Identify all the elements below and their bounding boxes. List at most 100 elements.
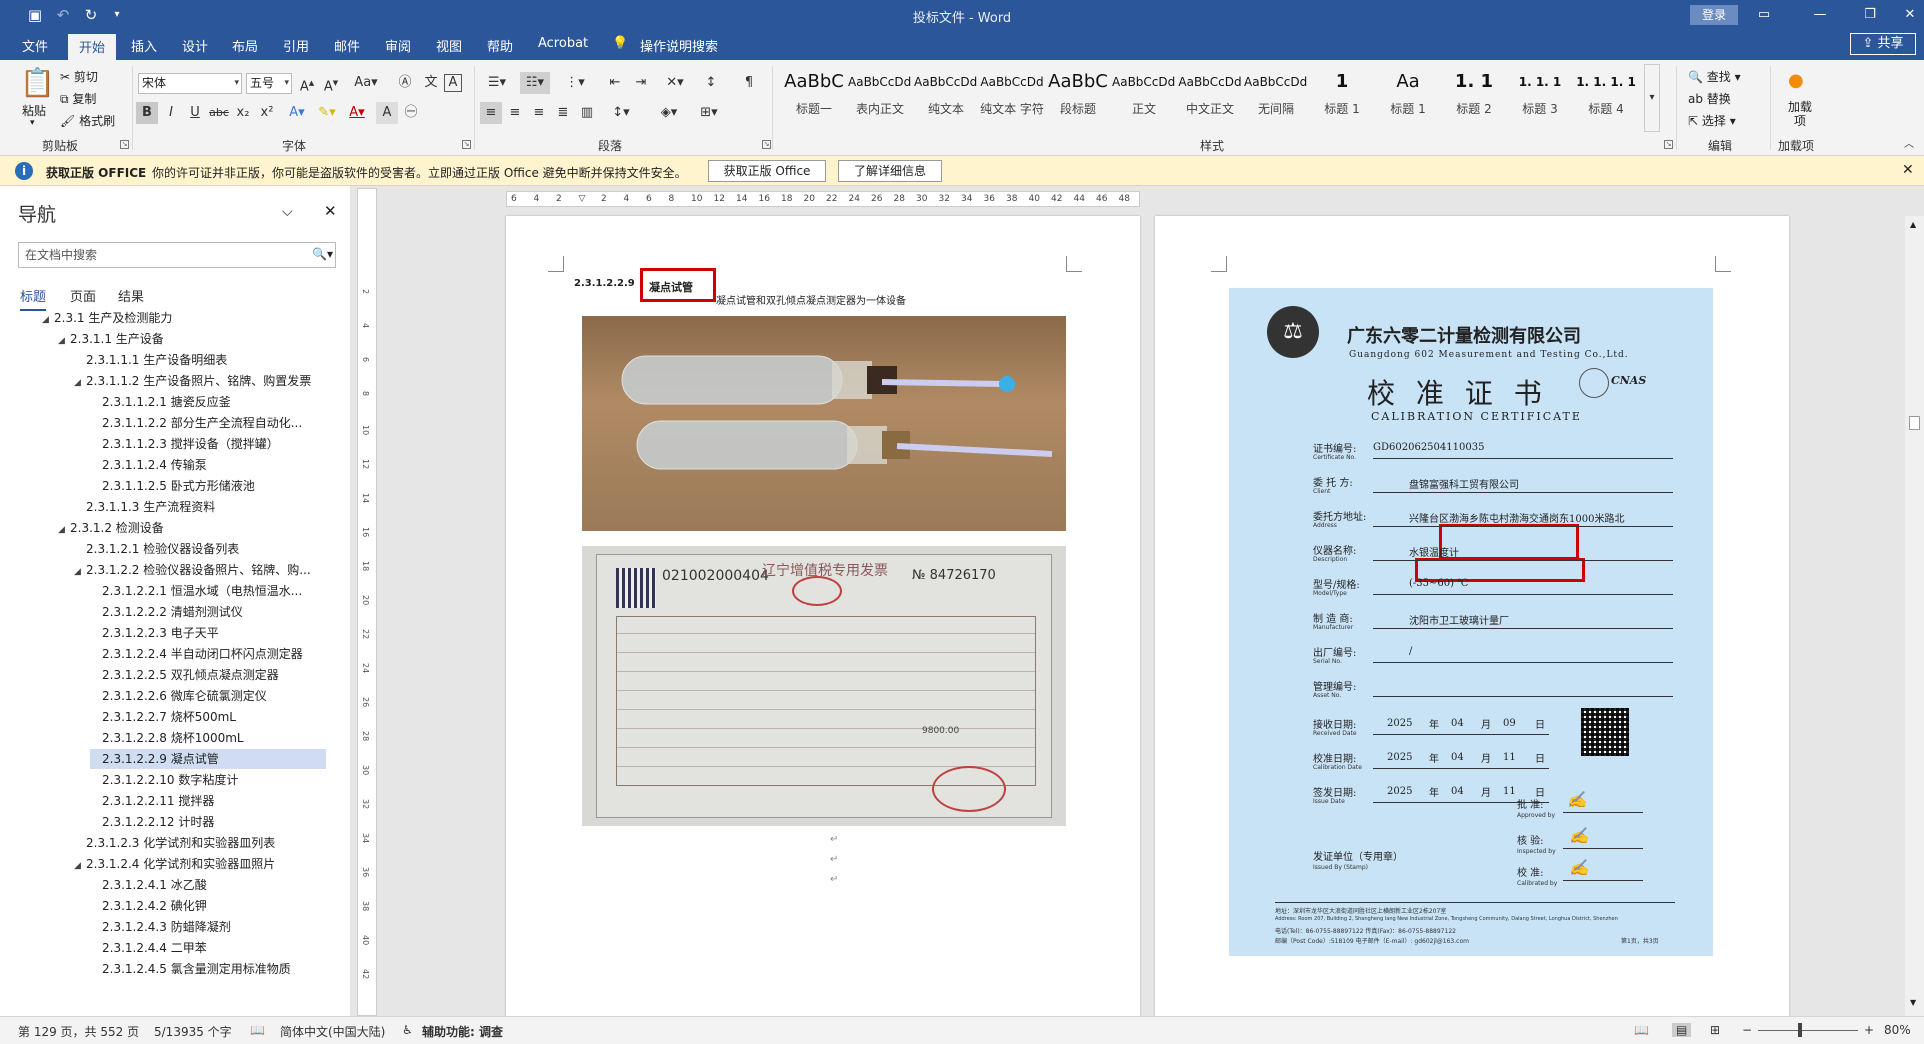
tab-acrobat[interactable]: Acrobat (538, 36, 588, 51)
nav-heading-item[interactable]: 2.3.1.2.2.9 凝点试管 (90, 749, 326, 769)
tab-mailings[interactable]: 邮件 (334, 36, 360, 55)
zoom-out-icon[interactable]: − (1742, 1023, 1752, 1037)
word-count[interactable]: 5/13935 个字 (154, 1023, 232, 1040)
copy-button[interactable]: ⧉ 复制 (60, 90, 96, 107)
char-shading-icon[interactable]: A (376, 102, 398, 124)
underline-icon[interactable]: U (184, 102, 206, 124)
style-item[interactable]: 1. 1. 1 标题 3 (1508, 64, 1572, 132)
expand-triangle-icon[interactable]: ◢ (74, 562, 86, 582)
style-item[interactable]: 1. 1 标题 2 (1442, 64, 1506, 132)
nav-heading-item[interactable]: 2.3.1.2.2.1 恒温水域（电热恒温水... (90, 581, 326, 601)
expand-triangle-icon[interactable]: ◢ (58, 331, 70, 351)
chinese-layout-icon[interactable]: ✕▾ (660, 72, 690, 94)
styles-more-icon[interactable]: ▾ (1644, 64, 1660, 132)
expand-triangle-icon[interactable]: ◢ (58, 520, 70, 540)
nav-heading-item[interactable]: 2.3.1.1.2.3 搅拌设备（搅拌罐） (90, 434, 326, 454)
print-layout-icon[interactable]: ▤ (1672, 1023, 1692, 1037)
change-case-icon[interactable]: Aa▾ (350, 72, 382, 94)
addins-button[interactable]: 加载项 (1788, 100, 1812, 128)
nav-heading-item[interactable]: 2.3.1.2.2.12 计时器 (90, 812, 326, 832)
subscript-icon[interactable]: x₂ (232, 102, 254, 124)
grow-font-icon[interactable]: A▲ (296, 72, 318, 94)
accessibility-status[interactable]: 辅助功能: 调查 (422, 1023, 503, 1040)
scroll-down-icon[interactable]: ▼ (1910, 998, 1916, 1007)
zoom-level[interactable]: 80% (1884, 1023, 1911, 1037)
expand-triangle-icon[interactable]: ◢ (74, 856, 86, 876)
nav-heading-item[interactable]: ◢ 2.3.1.2.2 检验仪器设备照片、铭牌、购... (74, 560, 326, 580)
enclose-char-icon[interactable]: ㊀ (400, 102, 422, 124)
tab-home[interactable]: 开始 (68, 34, 117, 60)
tab-layout[interactable]: 布局 (232, 36, 258, 55)
nav-heading-item[interactable]: 2.3.1.2.3 化学试剂和实验器皿列表 (74, 833, 326, 853)
nav-heading-item[interactable]: 2.3.1.2.4.2 碘化钾 (90, 896, 326, 916)
zoom-slider-thumb[interactable] (1798, 1023, 1802, 1037)
paste-icon[interactable]: 📋 (20, 66, 55, 99)
calibration-certificate[interactable]: ⚖ 广东六零二计量检测有限公司 Guangdong 602 Measuremen… (1229, 288, 1713, 956)
test-tube-photo[interactable] (582, 316, 1066, 531)
multilevel-list-icon[interactable]: ⋮▾ (560, 72, 590, 94)
login-button[interactable]: 登录 (1690, 5, 1738, 25)
style-item[interactable]: AaBbCcDdI 表内正文 (848, 64, 912, 132)
align-center-icon[interactable]: ≡ (504, 102, 526, 124)
align-right-icon[interactable]: ≡ (528, 102, 550, 124)
page-count[interactable]: 第 129 页，共 552 页 (18, 1023, 139, 1040)
language-status[interactable]: 简体中文(中国大陆) (280, 1023, 385, 1040)
nav-heading-item[interactable]: 2.3.1.1.1 生产设备明细表 (74, 350, 326, 370)
tab-file[interactable]: 文件 (22, 36, 48, 55)
nav-heading-item[interactable]: 2.3.1.2.4.4 二甲苯 (90, 938, 326, 958)
nav-heading-item[interactable]: 2.3.1.1.2.1 搪瓷反应釜 (90, 392, 326, 412)
tab-help[interactable]: 帮助 (487, 36, 513, 55)
share-button[interactable]: ⇪ 共享 (1850, 33, 1916, 55)
borders-icon[interactable]: ⊞▾ (694, 102, 724, 124)
web-layout-icon[interactable]: ⊞ (1710, 1023, 1720, 1037)
tab-view[interactable]: 视图 (436, 36, 462, 55)
ribbon-display-icon[interactable]: ▭ (1744, 4, 1784, 26)
increase-indent-icon[interactable]: ⇥ (630, 72, 652, 94)
justify-icon[interactable]: ≣ (552, 102, 574, 124)
nav-heading-item[interactable]: ◢ 2.3.1.2 检测设备 (58, 518, 326, 538)
font-size-combo[interactable]: 五号 ▾ (246, 73, 292, 94)
tell-me-search[interactable]: 操作说明搜索 (640, 36, 718, 55)
line-spacing-icon[interactable]: ↕▾ (606, 102, 636, 124)
nav-heading-item[interactable]: ◢ 2.3.1 生产及检测能力 (42, 308, 326, 328)
nav-heading-item[interactable]: 2.3.1.2.2.8 烧杯1000mL (90, 728, 326, 748)
nav-heading-item[interactable]: 2.3.1.2.2.5 双孔倾点凝点测定器 (90, 665, 326, 685)
document-page[interactable]: ⚖ 广东六零二计量检测有限公司 Guangdong 602 Measuremen… (1155, 216, 1789, 1016)
tab-review[interactable]: 审阅 (385, 36, 411, 55)
nav-tab-pages[interactable]: 页面 (70, 286, 96, 305)
heading-text[interactable]: 凝点试管 (640, 268, 716, 302)
style-item[interactable]: AaBbCcDd 中文正文 (1178, 64, 1242, 132)
paste-button[interactable]: 粘贴 (22, 102, 46, 119)
find-button[interactable]: 🔍 查找 ▾ (1688, 68, 1741, 85)
highlight-icon[interactable]: ✎▾ (316, 102, 338, 124)
nav-heading-item[interactable]: 2.3.1.2.2.10 数字粘度计 (90, 770, 326, 790)
nav-heading-item[interactable]: 2.3.1.2.4.1 冰乙酸 (90, 875, 326, 895)
italic-icon[interactable]: I (160, 102, 182, 124)
tab-references[interactable]: 引用 (283, 36, 309, 55)
select-button[interactable]: ⇱ 选择 ▾ (1688, 112, 1736, 129)
nav-search-input[interactable]: 在文档中搜索 (18, 242, 336, 268)
style-item[interactable]: AaBbCcDd 纯文本 字符 (980, 64, 1044, 132)
paragraph-launcher-icon[interactable]: ↘ (762, 140, 771, 149)
addins-icon[interactable]: ● (1788, 70, 1808, 91)
proofing-icon[interactable]: 📖 (250, 1023, 265, 1037)
replace-button[interactable]: ab 替换 (1688, 90, 1731, 107)
zoom-in-icon[interactable]: + (1864, 1023, 1874, 1037)
nav-heading-item[interactable]: 2.3.1.1.2.4 传输泵 (90, 455, 326, 475)
style-item[interactable]: AaBbC 段标题 (1046, 64, 1110, 132)
clipboard-launcher-icon[interactable]: ↘ (120, 140, 129, 149)
close-infobar-icon[interactable]: ✕ (1902, 162, 1914, 178)
styles-launcher-icon[interactable]: ↘ (1664, 140, 1673, 149)
close-window-icon[interactable]: ✕ (1890, 4, 1924, 26)
format-painter-button[interactable]: 🖌 格式刷 (60, 112, 115, 129)
nav-heading-item[interactable]: 2.3.1.1.2.5 卧式方形储液池 (90, 476, 326, 496)
nav-heading-item[interactable]: 2.3.1.2.2.4 半自动闭口杯闪点测定器 (90, 644, 326, 664)
numbering-icon[interactable]: ☷▾ (520, 72, 550, 94)
font-launcher-icon[interactable]: ↘ (462, 140, 471, 149)
char-border-icon[interactable]: A (444, 74, 462, 92)
nav-heading-item[interactable]: ◢ 2.3.1.1.2 生产设备照片、铭牌、购置发票 (74, 371, 326, 391)
style-item[interactable]: AaBbCcDdI 纯文本 (914, 64, 978, 132)
style-item[interactable]: AaBbCcDdI 无间隔 (1244, 64, 1308, 132)
strikethrough-icon[interactable]: abc (208, 102, 230, 124)
paste-dropdown-icon[interactable]: ▾ (30, 118, 35, 128)
